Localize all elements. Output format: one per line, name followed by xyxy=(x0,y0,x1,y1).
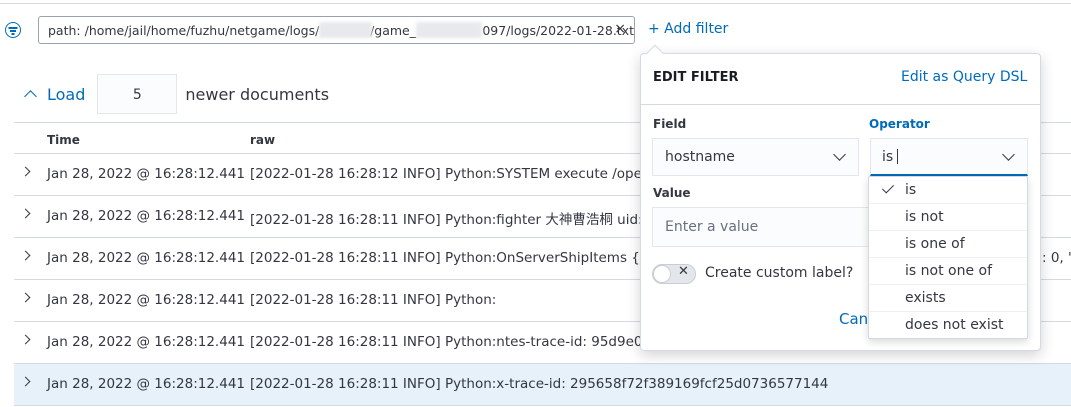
load-count-input[interactable]: 5 xyxy=(97,74,178,114)
operator-option-is-not[interactable]: is not xyxy=(869,204,1027,231)
value-label: Value xyxy=(653,186,691,200)
cancel-button[interactable]: Can xyxy=(839,310,868,328)
row-raw: [2022-01-28 16:28:12 INFO] Python:SYSTEM… xyxy=(250,166,648,182)
row-raw: [2022-01-28 16:28:11 INFO] Python:fighte… xyxy=(250,212,656,228)
operator-option-label: is not one of xyxy=(905,263,993,279)
close-icon: ✕ xyxy=(678,264,689,279)
load-link[interactable]: Load xyxy=(47,85,85,104)
top-divider xyxy=(0,0,1071,4)
value-input[interactable]: Enter a value xyxy=(652,207,869,247)
chevron-down-icon xyxy=(1002,148,1015,161)
load-newer-row: Load 5 newer documents xyxy=(22,74,329,114)
table-row[interactable]: Jan 28, 2022 @ 16:28:12.441 [2022-01-28 … xyxy=(14,364,1071,406)
operator-option-is-one-of[interactable]: is one of xyxy=(869,231,1027,258)
operator-option-label: is one of xyxy=(905,236,965,252)
operator-option-label: is xyxy=(905,182,917,198)
filter-pill-mid: game_ xyxy=(374,22,416,38)
row-time: Jan 28, 2022 @ 16:28:12.441 xyxy=(47,292,245,308)
add-filter-button[interactable]: + Add filter xyxy=(648,21,728,37)
field-select[interactable]: hostname xyxy=(652,138,859,176)
row-time: Jan 28, 2022 @ 16:28:12.441 xyxy=(47,334,245,350)
expand-chevron-icon[interactable] xyxy=(20,292,31,303)
redacted-region xyxy=(319,22,373,38)
operator-dropdown-list: is is not is one of is not one of exists… xyxy=(868,176,1028,339)
expand-chevron-icon[interactable] xyxy=(20,376,31,387)
row-raw: [2022-01-28 16:28:11 INFO] Python:x-trac… xyxy=(250,376,829,392)
operator-option-label: is not xyxy=(905,209,944,225)
row-time: Jan 28, 2022 @ 16:28:12.441 xyxy=(47,250,245,266)
popover-divider xyxy=(641,104,1040,105)
close-icon[interactable]: × xyxy=(614,21,626,37)
chevron-down-icon xyxy=(833,148,846,161)
row-time: Jan 28, 2022 @ 16:28:12.441 xyxy=(47,166,245,182)
row-raw: [2022-01-28 16:28:11 INFO] Python: xyxy=(250,292,497,308)
row-raw-overflow: : 0, 'u xyxy=(1042,250,1071,266)
expand-chevron-icon[interactable] xyxy=(20,208,31,219)
column-header-raw[interactable]: raw xyxy=(250,133,275,147)
row-time: Jan 28, 2022 @ 16:28:12.441 xyxy=(47,376,245,392)
operator-option-is[interactable]: is xyxy=(869,177,1027,204)
row-time: Jan 28, 2022 @ 16:28:12.441 xyxy=(47,208,245,224)
check-icon xyxy=(881,181,895,194)
operator-option-exists[interactable]: exists xyxy=(869,285,1027,312)
operator-option-does-not-exist[interactable]: does not exist xyxy=(869,312,1027,339)
edit-as-query-dsl-link[interactable]: Edit as Query DSL xyxy=(901,69,1027,85)
custom-label-toggle[interactable]: ✕ xyxy=(652,264,696,284)
expand-chevron-icon[interactable] xyxy=(20,334,31,345)
load-suffix-text: newer documents xyxy=(185,84,330,104)
operator-select[interactable]: is xyxy=(870,138,1028,176)
custom-label-text: Create custom label? xyxy=(705,265,854,281)
operator-option-label: does not exist xyxy=(905,317,1004,333)
expand-chevron-icon[interactable] xyxy=(20,250,31,261)
popover-title: EDIT FILTER xyxy=(653,70,739,85)
filter-pill[interactable]: path: /home/jail/home/fuzhu/netgame/logs… xyxy=(38,16,635,44)
row-raw: [2022-01-28 16:28:11 INFO] Python:ntes-t… xyxy=(250,334,650,350)
chevron-up-icon[interactable] xyxy=(24,90,37,103)
filter-pill-prefix: path: /home/jail/home/fuzhu/netgame/logs… xyxy=(48,22,320,38)
toggle-knob xyxy=(653,265,671,283)
operator-label: Operator xyxy=(869,117,930,131)
expand-chevron-icon[interactable] xyxy=(20,166,31,177)
filter-menu-icon[interactable] xyxy=(5,22,21,38)
redacted-region xyxy=(416,22,483,38)
filter-pill-suffix: 097/logs/2022-01-28.txt xyxy=(482,22,634,38)
field-select-value: hostname xyxy=(665,149,735,165)
text-cursor xyxy=(897,148,899,164)
field-label: Field xyxy=(653,117,687,131)
row-raw: [2022-01-28 16:28:11 INFO] Python:OnServ… xyxy=(250,250,661,266)
operator-select-value: is xyxy=(882,149,894,165)
popover-arrow xyxy=(646,44,664,62)
column-header-time[interactable]: Time xyxy=(47,133,80,147)
operator-option-label: exists xyxy=(905,290,946,306)
operator-option-is-not-one-of[interactable]: is not one of xyxy=(869,258,1027,285)
